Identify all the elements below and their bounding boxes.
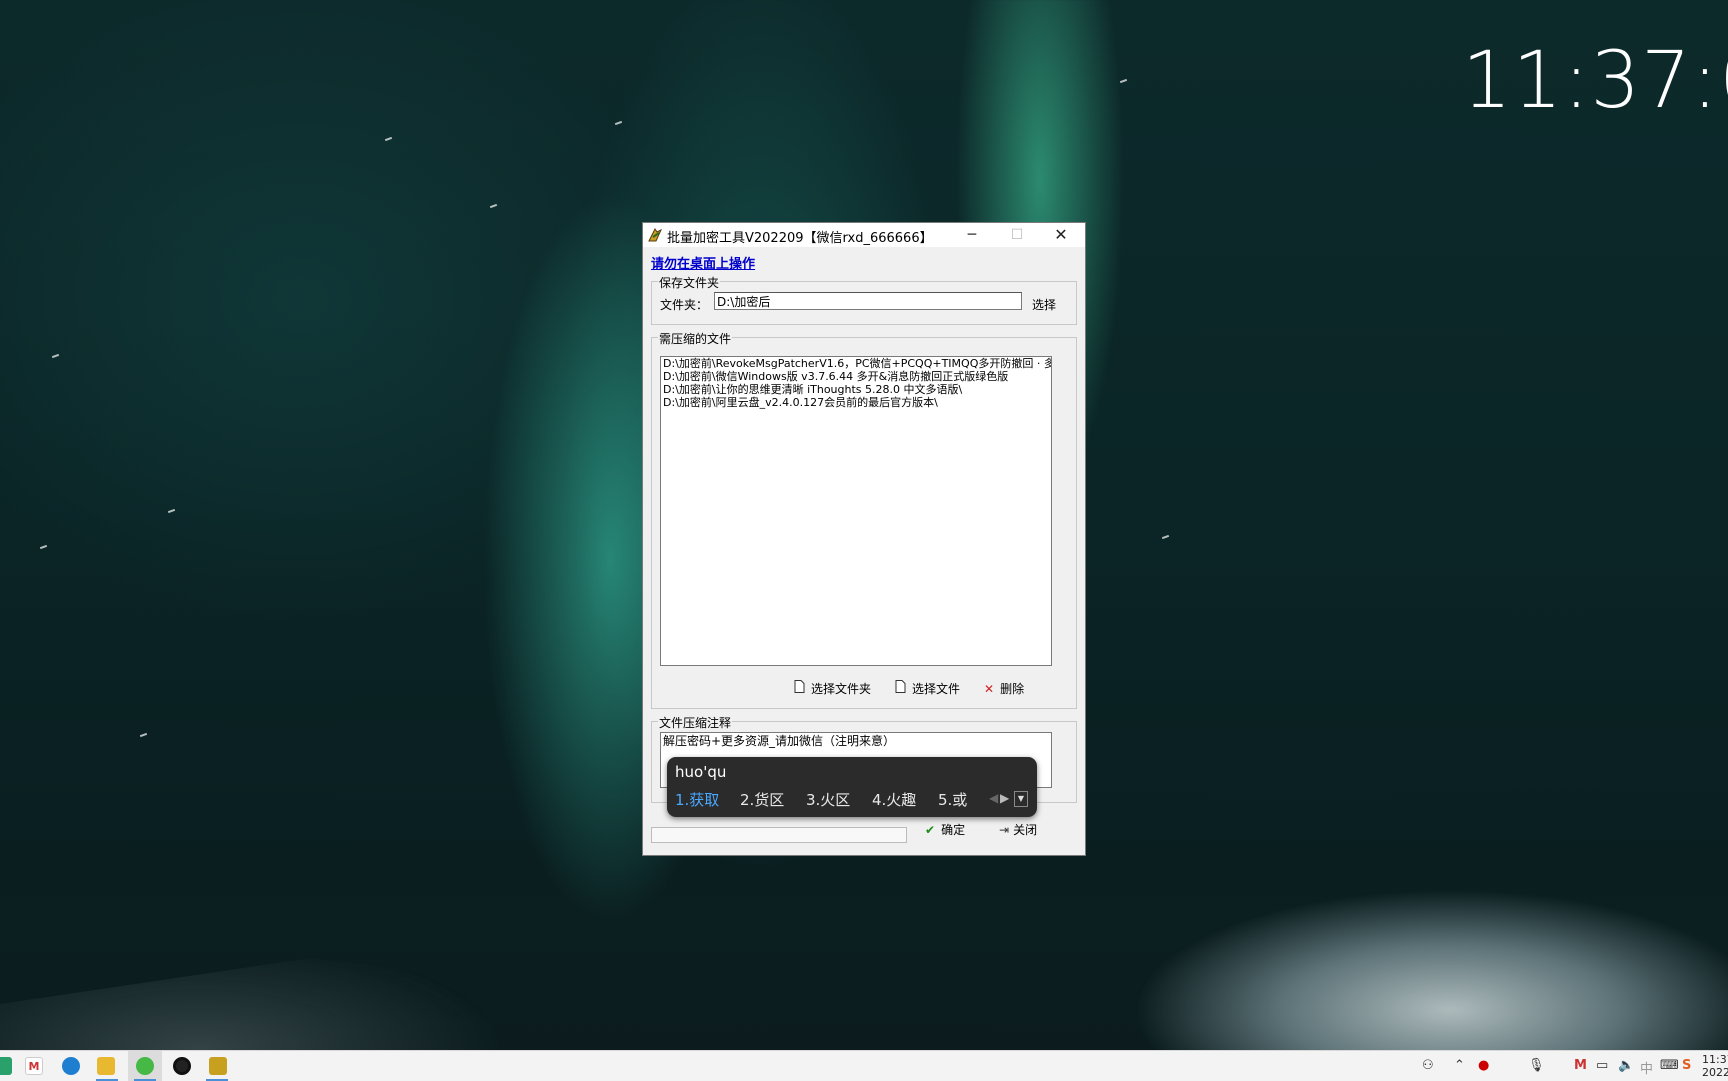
wallpaper-star xyxy=(51,353,60,359)
taskbar-clock-date: 2022 xyxy=(1702,1066,1728,1079)
warning-link[interactable]: 请勿在桌面上操作 xyxy=(651,253,755,272)
minimize-button[interactable]: ─ xyxy=(950,223,994,247)
maximize-button: ☐ xyxy=(1010,227,1024,243)
people-icon[interactable]: ⚇ xyxy=(1422,1058,1434,1073)
folder-field-label: 文件夹： xyxy=(660,298,709,312)
select-file-button[interactable]: 选择文件 xyxy=(895,680,960,697)
ime-next-icon[interactable]: ▶ xyxy=(1000,791,1009,805)
network-icon[interactable]: ▭ xyxy=(1596,1058,1608,1073)
select-file-label: 选择文件 xyxy=(912,682,961,696)
gmail-icon[interactable]: M xyxy=(25,1057,43,1075)
list-item[interactable]: D:\加密前\阿里云盘_v2.4.0.127会员前的最后官方版本\ xyxy=(661,396,1051,409)
app-icon xyxy=(648,228,663,242)
chevron-up-icon[interactable]: ⌃ xyxy=(1454,1058,1465,1073)
delete-label: 删除 xyxy=(1000,682,1025,696)
close-label: 关闭 xyxy=(1013,823,1038,837)
list-item[interactable]: D:\加密前\微信Windows版 v3.7.6.44 多开&消息防撤回正式版绿… xyxy=(661,370,1051,383)
volume-icon[interactable]: 🔈 xyxy=(1618,1058,1634,1073)
title-bar[interactable]: 批量加密工具V202209【微信rxd_666666】 ─ ☐ ✕ xyxy=(643,223,1085,247)
file-list[interactable]: D:\加密前\RevokeMsgPatcherV1.6，PC微信+PCQQ+TI… xyxy=(660,356,1052,666)
document-icon xyxy=(794,680,805,693)
wallpaper-star xyxy=(489,203,498,209)
progress-bar xyxy=(651,827,907,843)
ime-candidate[interactable]: 5.或 xyxy=(938,789,967,810)
checkmark-icon: ✔ xyxy=(925,823,936,837)
encrypt-tool-icon[interactable] xyxy=(209,1057,227,1075)
app-icon[interactable] xyxy=(0,1057,12,1075)
sogou-icon[interactable]: S xyxy=(1682,1058,1691,1073)
ime-composition: huo'qu xyxy=(675,763,727,781)
file-explorer-icon[interactable] xyxy=(97,1057,115,1075)
wallpaper-star xyxy=(139,732,148,738)
keyboard-icon[interactable]: ⌨ xyxy=(1660,1058,1679,1073)
ok-label: 确定 xyxy=(941,823,966,837)
wallpaper-star xyxy=(614,120,623,126)
files-group-label: 需压缩的文件 xyxy=(658,330,733,347)
close-dialog-button[interactable]: ⇥ 关闭 xyxy=(999,821,1037,838)
select-folder-label: 选择文件夹 xyxy=(811,682,872,696)
close-button[interactable]: ✕ xyxy=(1039,223,1083,247)
list-item[interactable]: D:\加密前\RevokeMsgPatcherV1.6，PC微信+PCQQ+TI… xyxy=(661,357,1051,370)
wechat-icon[interactable] xyxy=(136,1057,154,1075)
ime-candidate[interactable]: 4.火趣 xyxy=(872,789,916,810)
browser-icon[interactable] xyxy=(62,1057,80,1075)
record-icon[interactable] xyxy=(173,1057,191,1075)
desktop-clock: 11:37:0 xyxy=(1462,36,1728,126)
ime-expand-icon[interactable]: ▼ xyxy=(1014,791,1028,807)
wallpaper-star xyxy=(39,544,48,550)
delete-button[interactable]: ✕ 删除 xyxy=(984,680,1024,697)
delete-x-icon: ✕ xyxy=(984,682,995,696)
taskbar-clock[interactable]: 11:37 2022 xyxy=(1702,1053,1728,1081)
taskbar: M ⚇ ⌃ ● 🎙 M ▭ 🔈 中 ⌨ S 11:37 2022 xyxy=(0,1050,1728,1081)
record-tray-icon[interactable]: ● xyxy=(1478,1058,1489,1073)
select-save-folder-button[interactable]: 选择 xyxy=(1032,296,1056,313)
taskbar-clock-time: 11:37 xyxy=(1702,1053,1728,1066)
document-icon xyxy=(895,680,906,693)
exit-door-icon: ⇥ xyxy=(999,823,1010,837)
comment-group-label: 文件压缩注释 xyxy=(658,714,733,731)
wallpaper-star xyxy=(167,508,176,514)
files-group: 需压缩的文件 D:\加密前\RevokeMsgPatcherV1.6，PC微信+… xyxy=(651,330,1077,709)
ime-candidate[interactable]: 1.获取 xyxy=(675,789,719,810)
mail-tray-icon[interactable]: M xyxy=(1574,1058,1587,1073)
wallpaper-star xyxy=(1119,78,1128,84)
list-item[interactable]: D:\加密前\让你的思维更清晰 iThoughts 5.28.0 中文多语版\ xyxy=(661,383,1051,396)
wallpaper-star xyxy=(384,136,393,142)
microphone-icon[interactable]: 🎙 xyxy=(1528,1058,1545,1073)
window-title: 批量加密工具V202209【微信rxd_666666】 xyxy=(667,231,933,246)
ok-button[interactable]: ✔ 确定 xyxy=(925,821,965,838)
save-folder-group-label: 保存文件夹 xyxy=(658,274,721,291)
ime-prev-icon[interactable]: ◀ xyxy=(989,791,998,805)
ime-candidate-popup: huo'qu 1.获取 2.货区 3.火区 4.火趣 5.或 ◀ ▶ ▼ xyxy=(667,757,1037,817)
save-folder-group: 保存文件夹 文件夹： D:\加密后 选择 xyxy=(651,274,1077,325)
wallpaper-star xyxy=(1161,534,1170,540)
input-method-icon[interactable]: 中 xyxy=(1640,1058,1653,1077)
ime-candidate[interactable]: 2.货区 xyxy=(740,789,784,810)
save-folder-input[interactable]: D:\加密后 xyxy=(714,292,1022,310)
ime-candidate[interactable]: 3.火区 xyxy=(806,789,850,810)
select-folder-button[interactable]: 选择文件夹 xyxy=(794,680,871,697)
